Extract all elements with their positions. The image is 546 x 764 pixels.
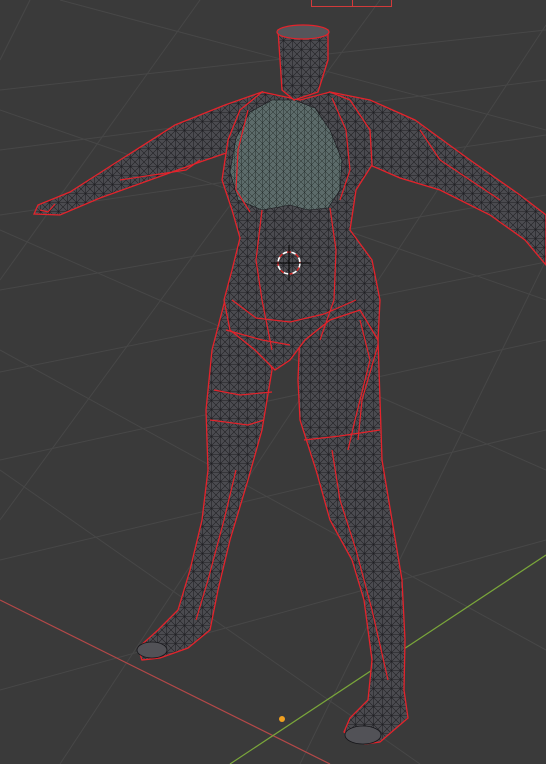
header-tab-icon[interactable] <box>311 0 392 7</box>
right-leg[interactable] <box>297 289 409 745</box>
neck-cap <box>276 24 330 40</box>
mannequin-mesh[interactable] <box>33 24 546 745</box>
viewport-canvas[interactable] <box>0 0 546 764</box>
3d-viewport[interactable] <box>0 0 546 764</box>
world-origin-marker <box>279 716 285 722</box>
right-foot <box>344 725 382 745</box>
left-leg[interactable] <box>137 299 273 661</box>
left-foot <box>136 641 168 659</box>
neck[interactable] <box>277 29 329 101</box>
